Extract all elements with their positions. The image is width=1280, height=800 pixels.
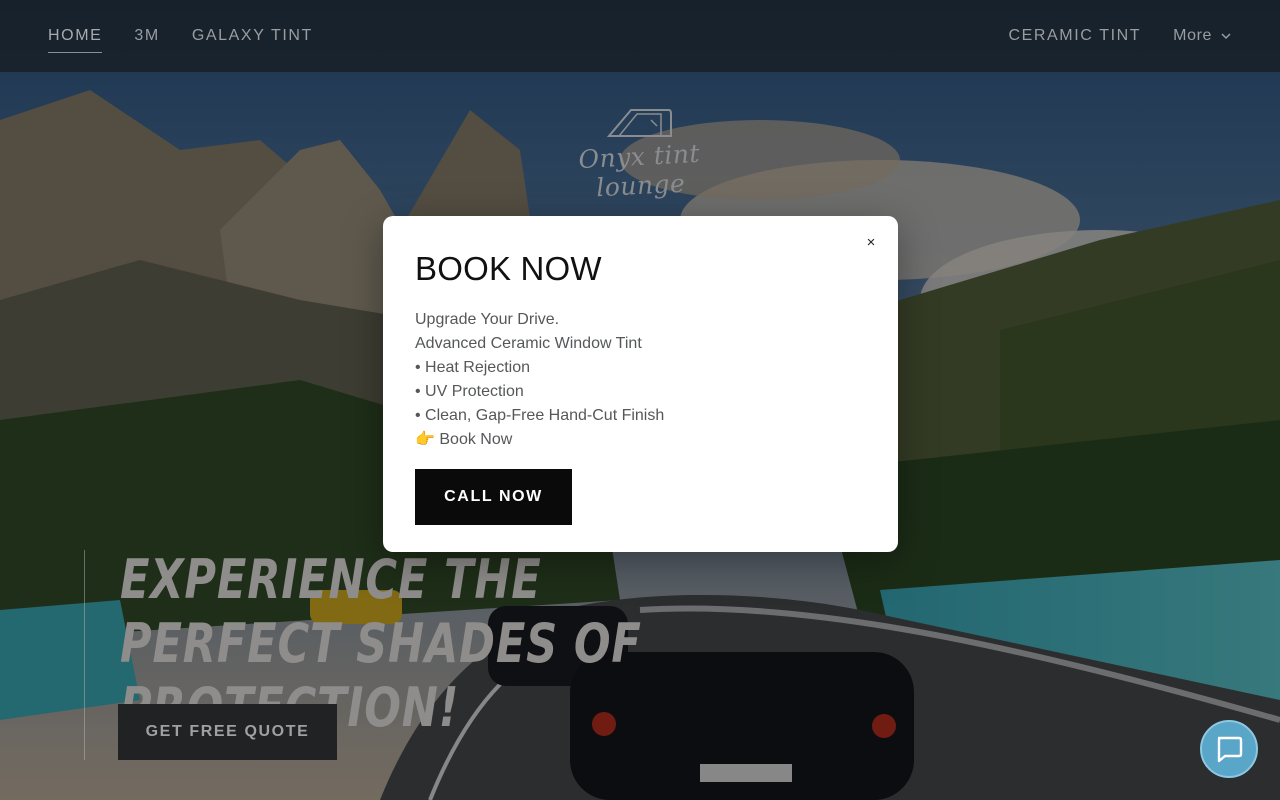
primary-nav: HOME 3M GALAXY TINT [48,21,313,53]
get-free-quote-button[interactable]: GET FREE QUOTE [118,704,337,760]
nav-item-galaxy-tint[interactable]: GALAXY TINT [192,21,313,51]
modal-line: • UV Protection [415,383,524,400]
site-logo[interactable]: Onyx tint lounge [560,104,720,202]
chevron-down-icon [1221,33,1231,40]
modal-body: Upgrade Your Drive. Advanced Ceramic Win… [415,308,866,452]
nav-item-ceramic-tint[interactable]: CERAMIC TINT [1008,21,1141,51]
chat-button[interactable] [1200,720,1258,778]
modal-title: BOOK NOW [415,250,602,287]
secondary-nav: CERAMIC TINT More [1008,21,1232,51]
nav-item-3m[interactable]: 3M [134,21,159,51]
modal-line: Advanced Ceramic Window Tint [415,335,642,352]
site-header: HOME 3M GALAXY TINT CERAMIC TINT More [0,0,1280,72]
logo-text: Onyx tint lounge [577,138,701,203]
book-now-modal: BOOK NOW Upgrade Your Drive. Advanced Ce… [383,216,898,552]
call-now-button[interactable]: CALL NOW [415,469,572,525]
modal-line: 👉 Book Now [415,431,513,448]
modal-line: • Heat Rejection [415,359,530,376]
modal-line: • Clean, Gap-Free Hand-Cut Finish [415,407,665,424]
hero-divider [84,550,85,760]
chat-bubble-icon [1217,736,1243,763]
nav-more-dropdown[interactable]: More [1173,21,1232,51]
nav-item-home[interactable]: HOME [48,21,103,53]
close-icon[interactable]: × [862,232,880,254]
modal-line: Upgrade Your Drive. [415,311,560,328]
car-window-icon [606,109,672,137]
nav-more-label: More [1173,27,1212,44]
